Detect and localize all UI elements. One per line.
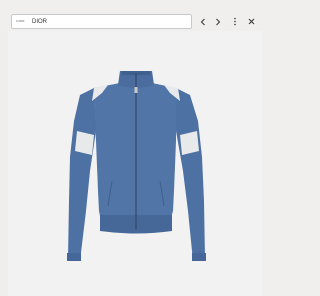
forward-button[interactable] [212, 14, 224, 29]
right-cuff [192, 253, 206, 261]
more-options-button[interactable] [229, 14, 241, 29]
more-options-icon [234, 17, 236, 26]
browser-window: DIOR DIOR [0, 0, 262, 296]
close-button[interactable] [245, 14, 257, 29]
left-sleeve [68, 88, 96, 261]
site-badge: DIOR [16, 19, 25, 25]
back-button[interactable] [197, 14, 209, 29]
right-sleeve-band [180, 131, 199, 155]
address-text[interactable]: DIOR [32, 19, 47, 25]
jacket-body [94, 83, 176, 221]
close-icon [248, 18, 254, 25]
left-sleeve-band [75, 131, 94, 155]
zipper-pull [134, 87, 138, 93]
address-bar[interactable]: DIOR DIOR [11, 14, 192, 29]
left-cuff [67, 253, 81, 261]
forward-icon [216, 18, 221, 25]
browser-toolbar: DIOR DIOR [0, 0, 262, 31]
product-image[interactable] [8, 31, 262, 296]
right-sleeve [176, 88, 205, 261]
page-content [8, 31, 262, 296]
site-badge-label: DIOR [16, 19, 25, 23]
back-icon [200, 18, 205, 25]
